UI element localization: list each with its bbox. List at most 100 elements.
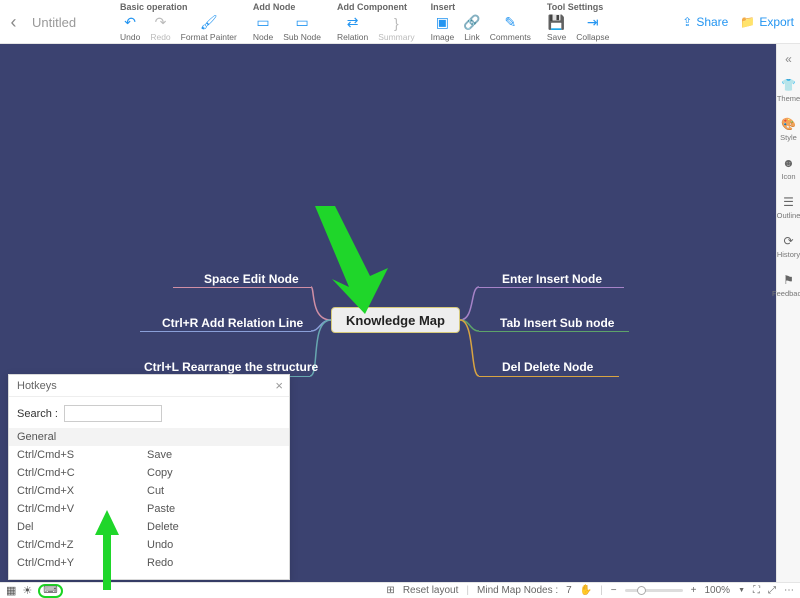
branch-node[interactable]: Enter Insert Node <box>502 272 602 286</box>
summary-button: } Summary <box>378 15 414 42</box>
relation-button[interactable]: ⇄ Relation <box>337 15 368 42</box>
branch-node[interactable]: Ctrl+L Rearrange the structure <box>144 360 318 374</box>
theme-toggle-icon[interactable]: ☀ <box>22 584 32 597</box>
more-icon[interactable]: ⋯ <box>784 585 794 596</box>
sub-node-icon: ▭ <box>295 15 310 30</box>
button-label: Link <box>464 32 480 42</box>
sidebar-theme[interactable]: 👕 Theme <box>777 72 800 109</box>
style-icon: 🎨 <box>781 117 796 131</box>
sidebar-feedback[interactable]: ⚑Feedback <box>777 267 800 304</box>
collapse-button[interactable]: ⇥ Collapse <box>576 15 609 42</box>
button-label: Redo <box>150 32 170 42</box>
branch-underline <box>173 287 311 288</box>
redo-icon: ↷ <box>153 15 168 30</box>
sidebar-icon[interactable]: ☻ Icon <box>777 150 800 187</box>
save-icon: 💾 <box>549 15 564 30</box>
hand-tool-icon[interactable]: ✋ <box>580 585 592 596</box>
button-label: Comments <box>490 32 531 42</box>
icon-icon: ☻ <box>782 156 795 170</box>
hotkey-key: Ctrl/Cmd+S <box>17 449 147 461</box>
share-button[interactable]: ⇪Share <box>682 15 728 29</box>
hotkey-value: Undo <box>147 539 173 551</box>
share-icon: ⇪ <box>682 15 692 29</box>
sidebar-outline[interactable]: ☰Outline <box>777 189 800 226</box>
sidebar-label: Style <box>780 133 797 142</box>
branch-node[interactable]: Del Delete Node <box>502 360 593 374</box>
hotkey-row: Ctrl/Cmd+YRedo <box>9 554 289 572</box>
keyboard-shortcuts-icon[interactable]: ⌨ <box>38 584 62 598</box>
collapse-icon: ⇥ <box>585 15 600 30</box>
nodes-count: 7 <box>566 585 572 596</box>
sidebar-history[interactable]: ⟳ History <box>777 228 800 265</box>
node-icon: ▭ <box>256 15 271 30</box>
comments-button[interactable]: ✎Comments <box>490 15 531 42</box>
center-node[interactable]: Knowledge Map <box>331 307 460 333</box>
link-button[interactable]: 🔗 Link <box>464 15 480 42</box>
sidebar-label: History <box>777 250 800 259</box>
format-painter-icon: 🖌 <box>201 15 216 30</box>
fit-icon[interactable]: ⛶ <box>753 585 760 596</box>
collapse-sidebar-icon[interactable]: « <box>777 48 800 70</box>
branch-node[interactable]: Ctrl+R Add Relation Line <box>162 316 303 330</box>
export-icon: 📁 <box>740 15 755 29</box>
hotkey-value: Cut <box>147 485 164 497</box>
hotkey-value: Copy <box>147 467 173 479</box>
history-icon: ⟳ <box>783 234 793 248</box>
sidebar-label: Theme <box>777 94 800 103</box>
format-painter-button[interactable]: 🖌 Format Painter <box>181 15 237 42</box>
sidebar-label: Feedback <box>772 289 800 298</box>
button-label: Undo <box>120 32 140 42</box>
group-label: Insert <box>431 2 531 12</box>
annotation-arrow-icon <box>300 206 390 316</box>
theme-icon: 👕 <box>781 78 796 92</box>
export-button[interactable]: 📁Export <box>740 15 794 29</box>
fullscreen-icon[interactable]: ⤢ <box>768 585 776 596</box>
hotkey-value: Paste <box>147 503 175 515</box>
button-label: Relation <box>337 32 368 42</box>
branch-underline <box>479 331 629 332</box>
sub-node-button[interactable]: ▭Sub Node <box>283 15 321 42</box>
link-icon: 🔗 <box>465 15 480 30</box>
zoom-slider[interactable] <box>625 589 683 592</box>
layers-icon[interactable]: ▦ <box>6 584 16 597</box>
image-icon: ▣ <box>435 15 450 30</box>
image-button[interactable]: ▣ Image <box>431 15 455 42</box>
button-label: Save <box>547 32 566 42</box>
button-label: Collapse <box>576 32 609 42</box>
zoom-in-button[interactable]: + <box>691 585 697 596</box>
button-label: Image <box>431 32 455 42</box>
hotkeys-section: General <box>9 428 289 446</box>
group-label: Basic operation <box>120 2 237 12</box>
reset-layout-button[interactable]: Reset layout <box>403 585 459 596</box>
hotkey-key: Ctrl/Cmd+V <box>17 503 147 515</box>
reset-layout-icon[interactable]: ⊞ <box>386 585 394 596</box>
undo-button[interactable]: ↶Undo <box>120 15 140 42</box>
relation-icon: ⇄ <box>345 15 360 30</box>
branch-node[interactable]: Tab Insert Sub node <box>500 316 614 330</box>
hotkeys-panel: Hotkeys× Search : General Ctrl/Cmd+SSave… <box>8 374 290 580</box>
hotkey-key: Ctrl/Cmd+Y <box>17 557 147 569</box>
button-label: Summary <box>378 32 414 42</box>
search-label: Search : <box>17 408 58 420</box>
hotkey-key: Del <box>17 521 147 533</box>
hotkeys-title: Hotkeys <box>17 380 57 392</box>
button-label: Format Painter <box>181 32 237 42</box>
branch-node[interactable]: Space Edit Node <box>204 272 299 286</box>
save-button[interactable]: 💾 Save <box>547 15 566 42</box>
hotkey-key: Ctrl/Cmd+C <box>17 467 147 479</box>
back-button[interactable]: ‹ <box>0 0 27 44</box>
close-icon[interactable]: × <box>275 378 283 393</box>
summary-icon: } <box>389 15 404 30</box>
hotkey-row: Ctrl/Cmd+VPaste <box>9 500 289 518</box>
hotkey-key: Ctrl/Cmd+Z <box>17 539 147 551</box>
zoom-out-button[interactable]: − <box>611 585 617 596</box>
hotkey-row: Ctrl/Cmd+CCopy <box>9 464 289 482</box>
hotkey-row: Ctrl/Cmd+ZUndo <box>9 536 289 554</box>
button-label: Node <box>253 32 273 42</box>
hotkey-row: DelDelete <box>9 518 289 536</box>
doc-title[interactable]: Untitled <box>27 0 112 44</box>
sidebar-style[interactable]: 🎨 Style <box>777 111 800 148</box>
sidebar-label: Icon <box>781 172 795 181</box>
hotkeys-search-input[interactable] <box>64 405 162 422</box>
node-button[interactable]: ▭ Node <box>253 15 273 42</box>
